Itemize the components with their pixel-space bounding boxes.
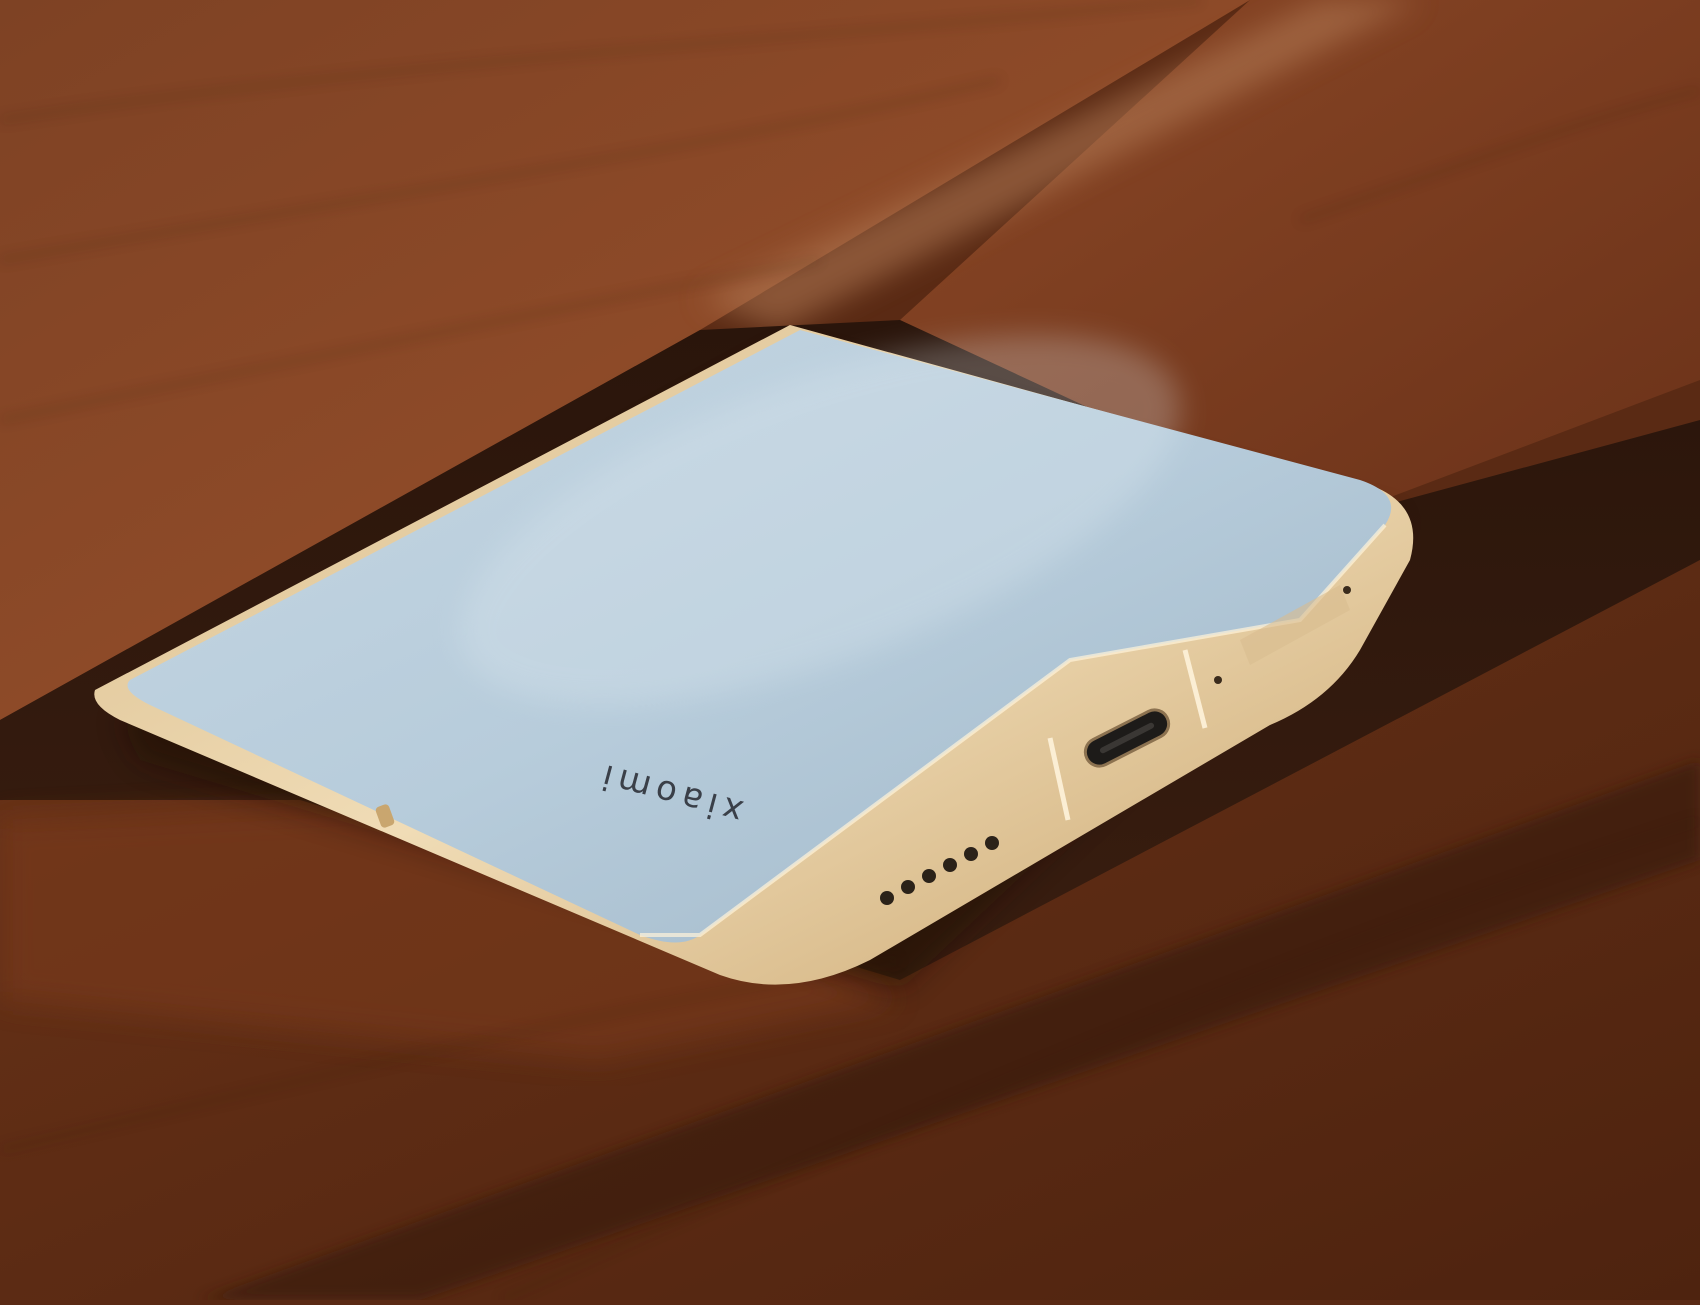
speaker-hole — [922, 869, 936, 883]
speaker-hole — [880, 891, 894, 905]
speaker-hole — [964, 847, 978, 861]
speaker-hole — [985, 836, 999, 850]
photo-canvas: xiaomi — [0, 0, 1700, 1303]
speaker-hole — [901, 880, 915, 894]
speaker-hole — [943, 858, 957, 872]
photo-scene: xiaomi — [0, 0, 1700, 1303]
sim-eject-hole — [1343, 586, 1351, 594]
microphone-hole — [1214, 676, 1222, 684]
